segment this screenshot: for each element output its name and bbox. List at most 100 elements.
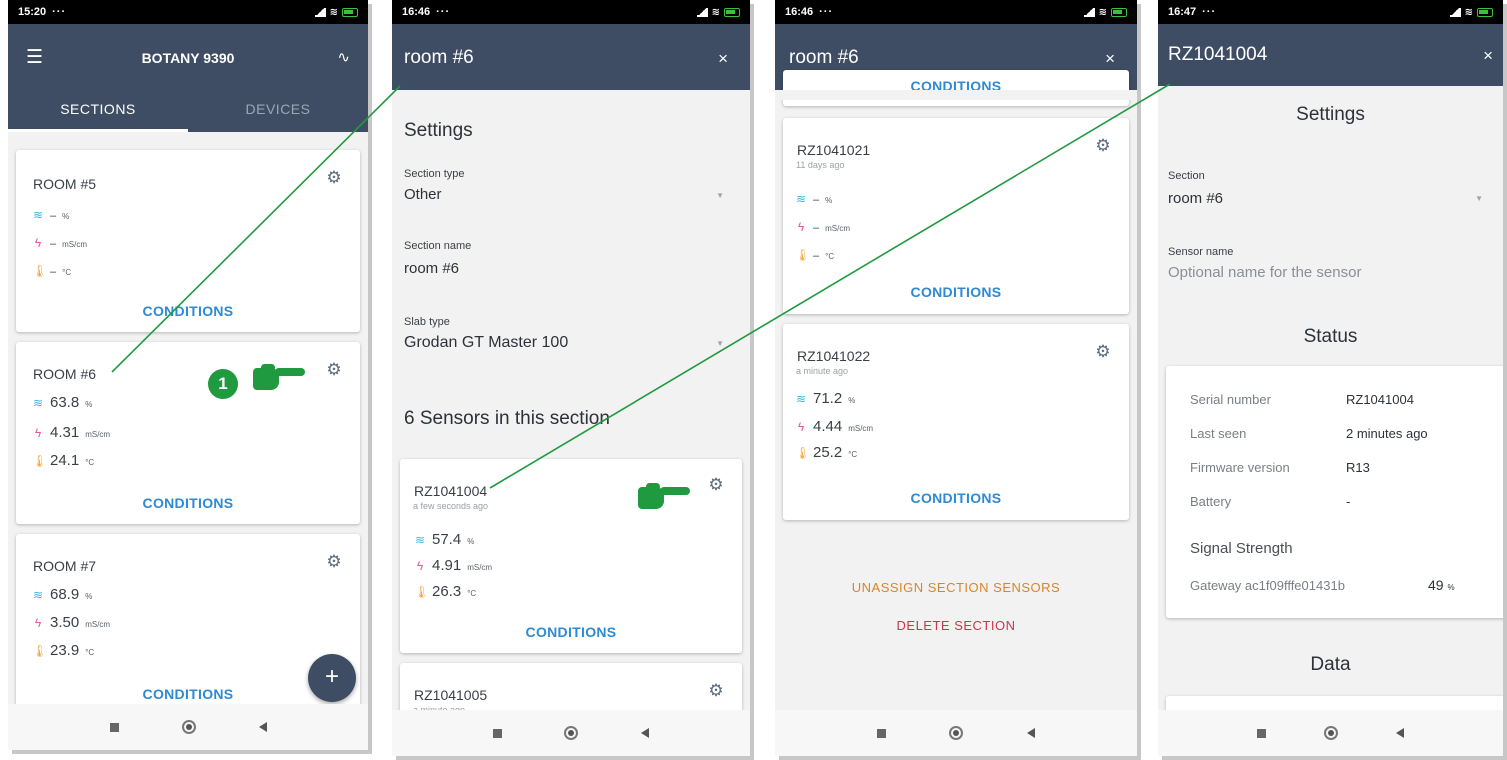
sensor-id: RZ1041021 [797,142,871,158]
gear-icon[interactable]: ⚙ [1095,137,1111,154]
close-icon[interactable]: × [1105,49,1115,69]
home-icon[interactable] [1324,726,1338,740]
temperature-value: 26.3 [432,583,462,600]
tab-sections[interactable]: SECTIONS [8,90,188,132]
gear-icon[interactable]: ⚙ [326,361,342,378]
phone-section-sensors: 16:46 ··· ≋ room #6 × CONDITIONS RZ10410… [775,0,1137,756]
back-icon[interactable] [1396,728,1404,738]
screenshot-stage: 15:20 ··· ≋ ☰ BOTANY 9390 ∿ SECTIONS DEV… [0,0,1507,760]
back-icon[interactable] [640,728,649,738]
sensor-card[interactable]: RZ1041021 11 days ago ⚙ ≋ –% ϟ – mS/cm 🌡 – °C… [783,118,1129,314]
sensor-last-seen: a minute ago [796,366,849,376]
signal-icon [696,7,708,17]
android-nav-bar [1158,710,1503,756]
section-card[interactable]: ROOM #5 ⚙ ≋ –% ϟ – mS/cm 🌡 – °C CONDITIONS [16,150,360,332]
last-seen-label: Last seen [1190,426,1247,441]
close-icon[interactable]: × [718,49,728,69]
recents-icon[interactable] [493,728,503,738]
moisture-value: 71.2 [813,390,843,407]
status-heading: Status [1303,326,1358,347]
unassign-sensors-button[interactable]: UNASSIGN SECTION SENSORS [775,580,1137,595]
sensor-id: RZ1041022 [797,348,871,364]
section-name-input[interactable]: room #6 [404,260,459,277]
app-bar: RZ1041004 × [1158,24,1503,86]
conditions-link[interactable]: CONDITIONS [16,303,360,319]
gear-icon[interactable]: ⚙ [1095,343,1111,360]
settings-heading: Settings [404,120,473,141]
wifi-icon: ≋ [1098,6,1107,18]
chevron-down-icon[interactable]: ▼ [716,191,724,200]
sensor-card-partial[interactable]: CONDITIONS [783,70,1129,106]
gear-icon[interactable]: ⚙ [708,476,724,493]
home-icon[interactable] [181,720,196,734]
back-icon[interactable] [1027,728,1036,738]
home-icon[interactable] [949,726,964,740]
chevron-down-icon[interactable]: ▼ [716,339,724,348]
moisture-icon: ≋ [32,396,44,410]
temperature-icon: 🌡 [795,248,811,262]
battery-value: - [1346,494,1351,509]
conditions-link[interactable]: CONDITIONS [783,490,1129,506]
gear-icon[interactable]: ⚙ [326,553,342,570]
battery-icon [1477,7,1493,17]
chevron-down-icon[interactable]: ▼ [1475,194,1483,203]
conditions-link[interactable]: CONDITIONS [783,284,1129,300]
firmware-value: R13 [1346,460,1370,475]
battery-icon [342,7,358,17]
step-badge: 1 [208,369,238,399]
conditions-link[interactable]: CONDITIONS [400,624,742,640]
sensors-heading: 6 Sensors in this section [404,408,610,429]
temperature-icon: 🌡 [32,644,48,658]
status-time: 16:46 [785,6,814,18]
moisture-icon: ≋ [32,208,44,222]
pointing-hand-icon [638,483,690,509]
sensor-card[interactable]: RZ1041022 a minute ago ⚙ ≋ 71.2% ϟ 4.44 mS/… [783,324,1129,520]
ec-value: 4.31 [50,424,80,441]
delete-section-button[interactable]: DELETE SECTION [775,618,1137,633]
wifi-icon: ≋ [329,6,338,18]
page-title: room #6 [789,47,859,68]
moisture-value: 68.9 [50,586,80,603]
recents-icon[interactable] [876,728,886,738]
back-icon[interactable] [258,722,267,732]
moisture-icon: ≋ [32,588,44,602]
wifi-icon: ≋ [711,6,720,18]
status-dots: ··· [1202,6,1217,18]
add-section-button[interactable]: + [308,654,356,702]
section-select[interactable]: room #6 [1168,190,1223,207]
sensor-card[interactable]: RZ1041004 a few seconds ago ⚙ ≋ 57.4% ϟ 4.… [400,459,742,653]
gateway-signal: 49 % [1428,577,1455,593]
wifi-icon: ≋ [1464,6,1473,18]
section-card[interactable]: ROOM #7 ⚙ ≋ 68.9% ϟ 3.50 mS/cm 🌡 23.9 °C COND… [16,534,360,724]
data-heading: Data [1310,654,1351,675]
conditions-link[interactable]: CONDITIONS [16,686,360,702]
ec-value: 3.50 [50,614,80,631]
gear-icon[interactable]: ⚙ [326,169,342,186]
temperature-icon: 🌡 [795,446,811,460]
tab-devices[interactable]: DEVICES [188,90,368,132]
sensor-name-input[interactable]: Optional name for the sensor [1168,264,1361,281]
slab-type-select[interactable]: Grodan GT Master 100 [404,334,568,352]
pulse-icon[interactable]: ∿ [337,48,350,66]
signal-icon [1083,7,1095,17]
status-time: 16:47 [1168,6,1197,18]
section-name: ROOM #5 [33,176,97,192]
temperature-icon: 🌡 [32,264,48,278]
ec-value: – [50,238,57,250]
recents-icon[interactable] [1257,728,1266,738]
temperature-value: 24.1 [50,452,80,469]
serial-value: RZ1041004 [1346,392,1414,407]
conditions-link[interactable]: CONDITIONS [16,495,360,511]
app-bar: ☰ BOTANY 9390 ∿ [8,24,368,90]
section-type-select[interactable]: Other [404,186,442,203]
section-type-label: Section type [404,168,465,180]
ec-icon: ϟ [34,426,42,440]
phone-sensor-details: 16:47 ··· ≋ RZ1041004 × Settings Section… [1158,0,1503,756]
close-icon[interactable]: × [1483,46,1493,66]
recents-icon[interactable] [109,722,119,732]
sensor-id: RZ1041005 [414,687,488,703]
home-icon[interactable] [564,726,579,740]
gear-icon[interactable]: ⚙ [708,682,724,699]
sensor-last-seen: a few seconds ago [413,501,489,511]
section-card[interactable]: ROOM #6 ⚙ ≋ 63.8% ϟ 4.31 mS/cm 🌡 24.1 °C COND… [16,342,360,524]
